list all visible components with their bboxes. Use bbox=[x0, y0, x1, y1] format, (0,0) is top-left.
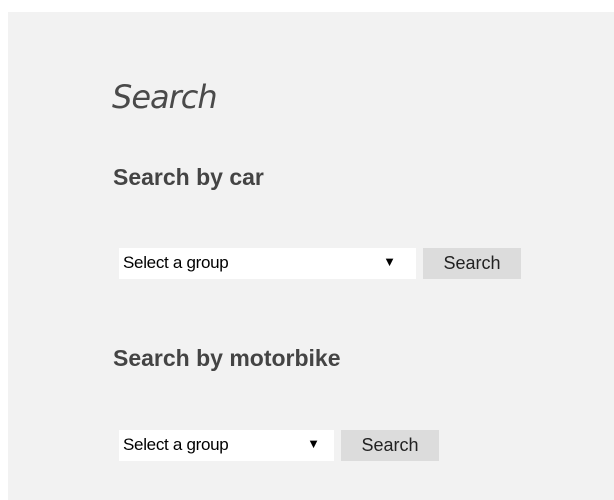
car-group-select[interactable]: Select a group ▼ bbox=[119, 248, 416, 279]
car-search-heading: Search by car bbox=[113, 164, 264, 190]
car-search-button[interactable]: Search bbox=[423, 248, 521, 279]
motorbike-group-select[interactable]: Select a group ▼ bbox=[119, 430, 334, 461]
page-title: Search bbox=[112, 78, 218, 116]
motorbike-search-heading: Search by motorbike bbox=[113, 345, 341, 371]
search-panel: Search Search by car Select a group ▼ Se… bbox=[8, 12, 614, 500]
dropdown-arrow-icon: ▼ bbox=[383, 254, 396, 269]
car-group-select-value: Select a group bbox=[123, 253, 229, 272]
motorbike-search-button[interactable]: Search bbox=[341, 430, 439, 461]
motorbike-group-select-value: Select a group bbox=[123, 435, 229, 454]
dropdown-arrow-icon: ▼ bbox=[307, 436, 320, 451]
